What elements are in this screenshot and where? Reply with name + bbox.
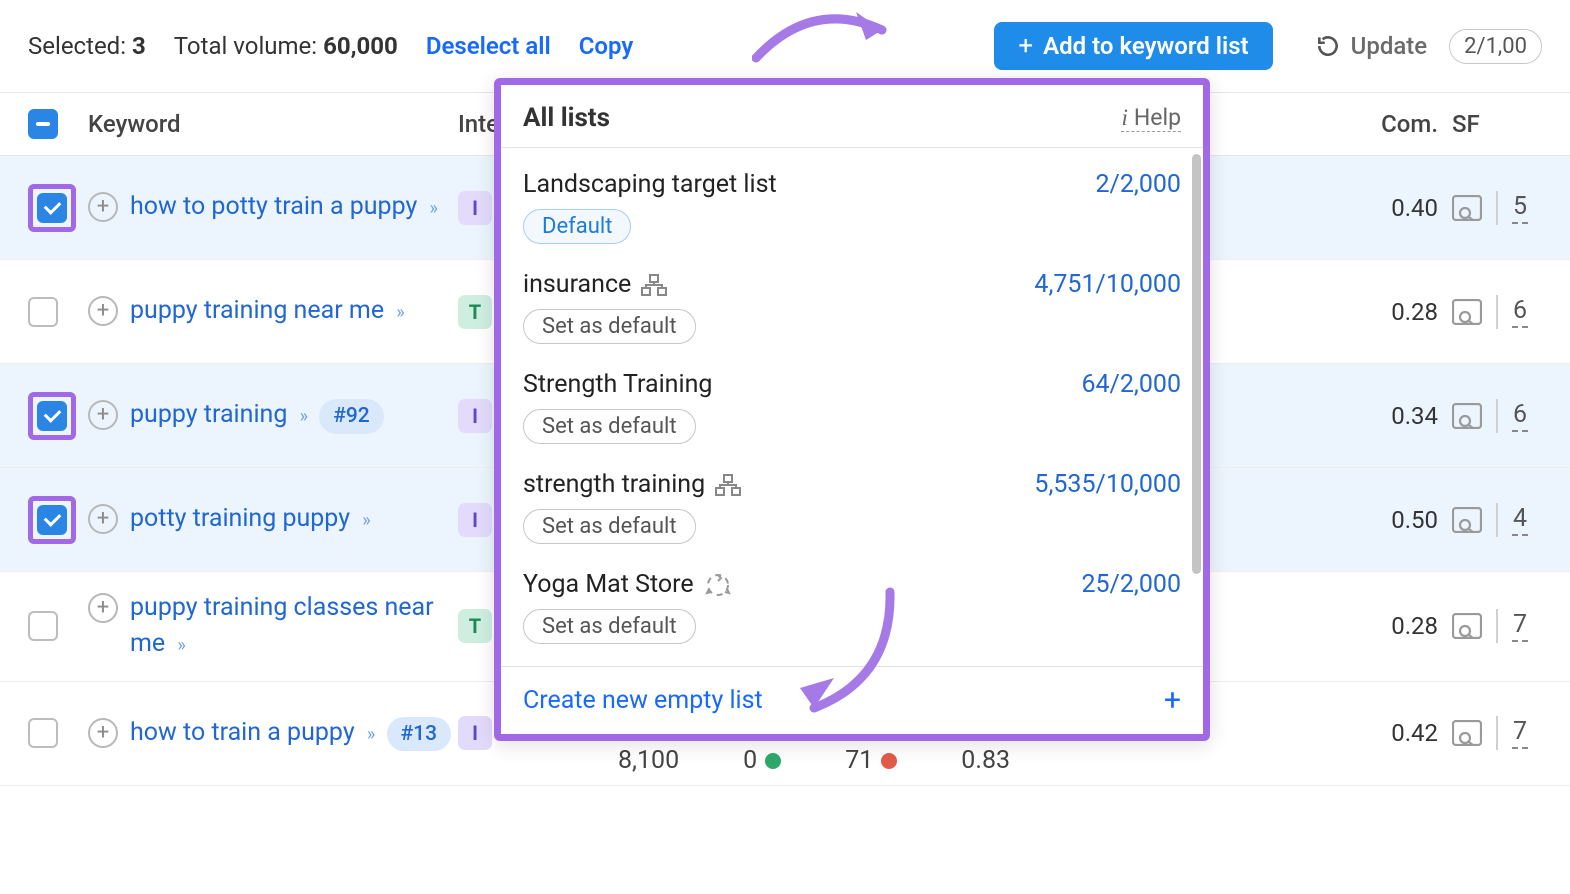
update-button[interactable]: Update: [1301, 32, 1428, 60]
keyword-list-popup: All lists i Help Landscaping target list…: [494, 78, 1210, 741]
chevron-right-icon: »: [430, 198, 435, 219]
intent-badge: I: [458, 399, 492, 433]
list-count: 2/2,000: [1096, 170, 1182, 199]
chevron-right-icon: »: [177, 635, 182, 656]
serp-features-icon: [1452, 195, 1482, 221]
expand-keyword-icon[interactable]: +: [88, 192, 118, 222]
serp-features-icon: [1452, 403, 1482, 429]
sf-count[interactable]: 6: [1512, 400, 1528, 432]
row-checkbox[interactable]: [37, 505, 67, 535]
intent-badge: T: [458, 609, 492, 643]
list-count: 4,751/10,000: [1034, 270, 1181, 299]
select-all-checkbox[interactable]: [28, 109, 58, 139]
update-counter: 2/1,00: [1449, 29, 1542, 64]
serp-features-icon: [1452, 720, 1482, 746]
highlight-box: [28, 184, 76, 232]
list-name: strength training: [523, 470, 741, 499]
expand-keyword-icon[interactable]: +: [88, 504, 118, 534]
list-name: Yoga Mat Store: [523, 570, 732, 599]
com-value: 0.28: [1360, 612, 1452, 640]
scrollbar-thumb[interactable]: [1192, 154, 1201, 574]
set-default-button[interactable]: Set as default: [523, 609, 696, 644]
chevron-right-icon: »: [396, 302, 401, 323]
set-default-button[interactable]: Set as default: [523, 309, 696, 344]
list-name: insurance: [523, 270, 667, 299]
keyword-link[interactable]: how to train a puppy » #13: [130, 715, 451, 751]
keyword-list-item[interactable]: insurance 4,751/10,000 Set as default: [501, 260, 1203, 360]
keyword-link[interactable]: puppy training » #92: [130, 397, 384, 433]
com-value: 0.42: [1360, 719, 1452, 747]
header-com[interactable]: Com.: [1360, 110, 1452, 138]
refresh-icon: [1315, 33, 1341, 59]
sitemap-icon: [715, 474, 741, 496]
row-checkbox[interactable]: [28, 611, 58, 641]
rank-badge: #92: [319, 399, 384, 433]
chevron-right-icon: »: [362, 510, 367, 531]
add-to-keyword-list-button[interactable]: + Add to keyword list: [994, 22, 1272, 70]
rank-badge: #13: [387, 717, 452, 751]
row-checkbox[interactable]: [28, 718, 58, 748]
expand-keyword-icon[interactable]: +: [88, 593, 118, 623]
keyword-link[interactable]: how to potty train a puppy »: [130, 189, 435, 225]
sf-count[interactable]: 7: [1512, 610, 1528, 642]
popup-help-link[interactable]: i Help: [1121, 104, 1181, 132]
copy-button[interactable]: Copy: [579, 32, 634, 60]
serp-features-icon: [1452, 613, 1482, 639]
keyword-list-item[interactable]: strength training 5,535/10,000 Set as def…: [501, 460, 1203, 560]
deselect-all-button[interactable]: Deselect all: [426, 32, 551, 60]
com-value: 0.40: [1360, 194, 1452, 222]
keyword-link[interactable]: puppy training near me »: [130, 293, 402, 329]
create-new-list-link[interactable]: Create new empty list: [523, 686, 763, 715]
highlight-box: [28, 392, 76, 440]
expand-keyword-icon[interactable]: +: [88, 400, 118, 430]
com-value: 0.28: [1360, 298, 1452, 326]
keyword-list-item[interactable]: Strength Training 64/2,000 Set as default: [501, 360, 1203, 460]
info-icon: i: [1121, 105, 1127, 131]
sf-count[interactable]: 4: [1512, 504, 1528, 536]
serp-features-icon: [1452, 507, 1482, 533]
row-checkbox[interactable]: [28, 297, 58, 327]
intent-badge: I: [458, 716, 492, 750]
intent-badge: T: [458, 295, 492, 329]
total-volume: Total volume: 60,000: [174, 32, 398, 60]
serp-features-icon: [1452, 299, 1482, 325]
create-new-list-plus-icon[interactable]: +: [1164, 683, 1181, 718]
expand-keyword-icon[interactable]: +: [88, 718, 118, 748]
set-default-button[interactable]: Set as default: [523, 409, 696, 444]
list-count: 5,535/10,000: [1034, 470, 1181, 499]
list-count: 64/2,000: [1081, 370, 1181, 399]
popup-title: All lists: [523, 103, 610, 133]
set-default-button[interactable]: Set as default: [523, 509, 696, 544]
com-value: 0.50: [1360, 506, 1452, 534]
sf-count[interactable]: 7: [1512, 717, 1528, 749]
intent-badge: I: [458, 191, 492, 225]
header-sf[interactable]: SF: [1452, 110, 1542, 138]
keyword-list-item[interactable]: Landscaping target list 2/2,000 Default: [501, 160, 1203, 260]
plus-icon: +: [1018, 33, 1033, 59]
list-count: 25/2,000: [1081, 570, 1181, 599]
sf-count[interactable]: 5: [1512, 192, 1528, 224]
list-name: Strength Training: [523, 370, 712, 399]
chevron-right-icon: »: [367, 724, 372, 745]
popup-list: Landscaping target list 2/2,000 Default in…: [501, 148, 1203, 666]
sitemap-icon: [641, 274, 667, 296]
row-checkbox[interactable]: [37, 401, 67, 431]
row-checkbox[interactable]: [37, 193, 67, 223]
highlight-box: [28, 496, 76, 544]
keyword-link[interactable]: potty training puppy »: [130, 501, 368, 537]
intent-badge: I: [458, 503, 492, 537]
selected-summary: Selected: 3: [28, 32, 146, 60]
com-value: 0.34: [1360, 402, 1452, 430]
chevron-right-icon: »: [300, 406, 305, 427]
header-keyword[interactable]: Keyword: [88, 110, 458, 138]
list-name: Landscaping target list: [523, 170, 777, 199]
sf-count[interactable]: 6: [1512, 296, 1528, 328]
default-chip: Default: [523, 209, 631, 244]
keyword-link[interactable]: puppy training classes near me »: [130, 590, 458, 663]
expand-keyword-icon[interactable]: +: [88, 296, 118, 326]
recycle-icon: [704, 572, 732, 598]
keyword-list-item[interactable]: Yoga Mat Store 25/2,000 Set as default: [501, 560, 1203, 660]
